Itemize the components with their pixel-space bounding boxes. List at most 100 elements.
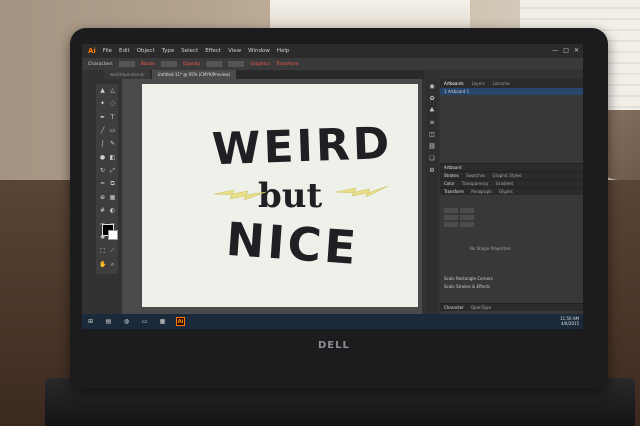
canvas-area[interactable]: WEIRD but NICE (122, 79, 422, 319)
character-label: Character (444, 305, 464, 310)
properties-panel-icon[interactable]: ⚙ (429, 167, 434, 174)
artwork-text-nice[interactable]: NICE (224, 212, 360, 275)
document-tab[interactable]: weird-but-nice.ai (104, 70, 150, 79)
fill-dropdown[interactable] (118, 61, 135, 67)
document-tab-active[interactable]: Untitled-11* @ 95% (CMYK/Preview) (151, 70, 237, 79)
gradient-label[interactable]: Gradient (496, 181, 513, 186)
stroke-color-swatch[interactable] (108, 230, 118, 240)
brushes-panel-icon[interactable]: ✿ (429, 95, 434, 102)
color-panel-icon[interactable]: ◉ (429, 83, 434, 90)
lightning-bolt-left-icon[interactable] (214, 188, 266, 202)
stroke-dropdown[interactable] (160, 61, 177, 67)
shear-field[interactable] (460, 222, 474, 227)
document-tab-bar: weird-but-nice.ai Untitled-11* @ 95% (CM… (104, 70, 424, 79)
illustrator-taskbar-icon[interactable]: Ai (176, 317, 185, 326)
menu-edit[interactable]: Edit (119, 48, 130, 54)
transform-fields (440, 195, 583, 227)
free-transform-tool-icon[interactable]: ⧉ (109, 180, 116, 187)
paintbrush-tool-icon[interactable]: ∫ (99, 140, 106, 147)
menu-type[interactable]: Type (162, 48, 175, 54)
control-opacity-label[interactable]: Opacity (183, 62, 200, 67)
opacity-field[interactable] (206, 61, 223, 67)
scale-tool-icon[interactable]: ⤢ (109, 167, 116, 174)
rotate-field[interactable] (444, 222, 458, 227)
swatches-label[interactable]: Swatches (466, 173, 485, 178)
hand-tool-icon[interactable]: ✋ (99, 261, 106, 268)
glyphs-label[interactable]: Glyphs (499, 189, 513, 194)
section-strokes-header[interactable]: Strokes Swatches Graphic Styles (440, 171, 583, 179)
maximize-button[interactable]: □ (563, 47, 569, 54)
control-transform-label[interactable]: Transform (276, 62, 298, 67)
align-panel-icon[interactable]: ≡ (429, 119, 434, 126)
layers-panel-icon[interactable]: ❏ (429, 155, 434, 162)
width-tool-icon[interactable]: ≈ (99, 180, 106, 187)
transform-label: Transform (444, 189, 464, 194)
menu-bar: Ai File Edit Object Type Select Effect V… (82, 44, 583, 58)
menu-select[interactable]: Select (181, 48, 198, 54)
control-graphics-label[interactable]: Graphics (250, 62, 270, 67)
direct-selection-tool-icon[interactable]: △ (109, 87, 116, 94)
shape-builder-tool-icon[interactable]: ⊕ (99, 194, 106, 201)
control-stroke-label[interactable]: Stroke (141, 62, 155, 67)
close-button[interactable]: ✕ (574, 47, 579, 54)
section-color-header[interactable]: Color Transparency Gradient (440, 179, 583, 187)
system-clock[interactable]: 11:50 AM 4/6/2015 (560, 316, 579, 326)
artwork-text-weird[interactable]: WEIRD (211, 118, 393, 180)
artwork-text-but[interactable]: but (258, 176, 322, 216)
menu-help[interactable]: Help (277, 48, 290, 54)
links-panel-icon[interactable]: ⛓ (428, 143, 436, 150)
selection-tool-icon[interactable]: ▲ (99, 87, 106, 94)
menu-view[interactable]: View (228, 48, 241, 54)
tab-layers[interactable]: Layers (472, 81, 485, 86)
perspective-grid-tool-icon[interactable]: ▦ (109, 194, 116, 201)
menu-file[interactable]: File (103, 48, 112, 54)
menu-object[interactable]: Object (137, 48, 155, 54)
type-tool-icon[interactable]: T (109, 114, 116, 121)
control-bar: Characters Stroke Opacity Graphics Trans… (82, 58, 583, 70)
slice-tool-icon[interactable]: ⟋ (109, 247, 116, 254)
rectangle-tool-icon[interactable]: ▭ (109, 127, 116, 134)
artboard[interactable]: WEIRD but NICE (142, 84, 418, 307)
menu-window[interactable]: Window (248, 48, 270, 54)
start-button-icon[interactable]: ⊞ (86, 317, 95, 326)
opentype-label[interactable]: OpenType (471, 305, 491, 310)
minimize-button[interactable]: — (552, 47, 558, 54)
explorer-icon[interactable]: ▤ (104, 317, 113, 326)
graphic-styles-label[interactable]: Graphic Styles (493, 173, 522, 178)
mesh-tool-icon[interactable]: # (99, 207, 106, 214)
scale-corners-checkbox[interactable]: Scale Rectangle Corners (440, 273, 583, 281)
pathfinder-panel-icon[interactable]: ◫ (429, 131, 435, 138)
windows-taskbar: ⊞ ▤ ◍ ▭ ▦ Ai 11:50 AM 4/6/2015 (82, 314, 583, 329)
menu-effect[interactable]: Effect (205, 48, 221, 54)
pencil-tool-icon[interactable]: ✎ (109, 140, 116, 147)
panel-tabs: Artboards Layers Libraries (440, 79, 583, 88)
rotate-tool-icon[interactable]: ↻ (99, 167, 106, 174)
artboard-tool-icon[interactable]: ⬚ (99, 247, 106, 254)
artboard-list-item[interactable]: 1 Artboard 1 (440, 88, 583, 95)
transparency-label[interactable]: Transparency (462, 181, 489, 186)
blob-brush-tool-icon[interactable]: ● (99, 154, 106, 161)
section-transform-header[interactable]: Transform Paragraph Glyphs (440, 187, 583, 195)
app-logo: Ai (88, 47, 96, 55)
scale-strokes-checkbox[interactable]: Scale Strokes & Effects (440, 281, 583, 289)
line-tool-icon[interactable]: ╱ (99, 127, 106, 134)
lasso-tool-icon[interactable]: ◌ (109, 100, 116, 107)
photos-icon[interactable]: ▦ (158, 317, 167, 326)
firefox-icon[interactable]: ◍ (122, 317, 131, 326)
pen-tool-icon[interactable]: ✒ (99, 114, 106, 121)
style-field[interactable] (228, 61, 245, 67)
section-artboard-header[interactable]: Artboard (440, 163, 583, 171)
laptop-brand-logo: DELL (318, 340, 350, 351)
color-label: Color (444, 181, 455, 186)
paragraph-label[interactable]: Paragraph (471, 189, 492, 194)
gradient-tool-icon[interactable]: ◐ (109, 207, 116, 214)
section-character-header[interactable]: Character OpenType (440, 303, 583, 311)
tab-libraries[interactable]: Libraries (493, 81, 510, 86)
tab-artboards[interactable]: Artboards (444, 81, 464, 86)
lightning-bolt-right-icon[interactable] (336, 184, 388, 198)
magic-wand-tool-icon[interactable]: ✦ (99, 100, 106, 107)
eraser-tool-icon[interactable]: ◧ (109, 154, 116, 161)
symbols-panel-icon[interactable]: ♣ (429, 107, 434, 114)
folder-icon[interactable]: ▭ (140, 317, 149, 326)
zoom-tool-icon[interactable]: ⌕ (109, 261, 116, 268)
